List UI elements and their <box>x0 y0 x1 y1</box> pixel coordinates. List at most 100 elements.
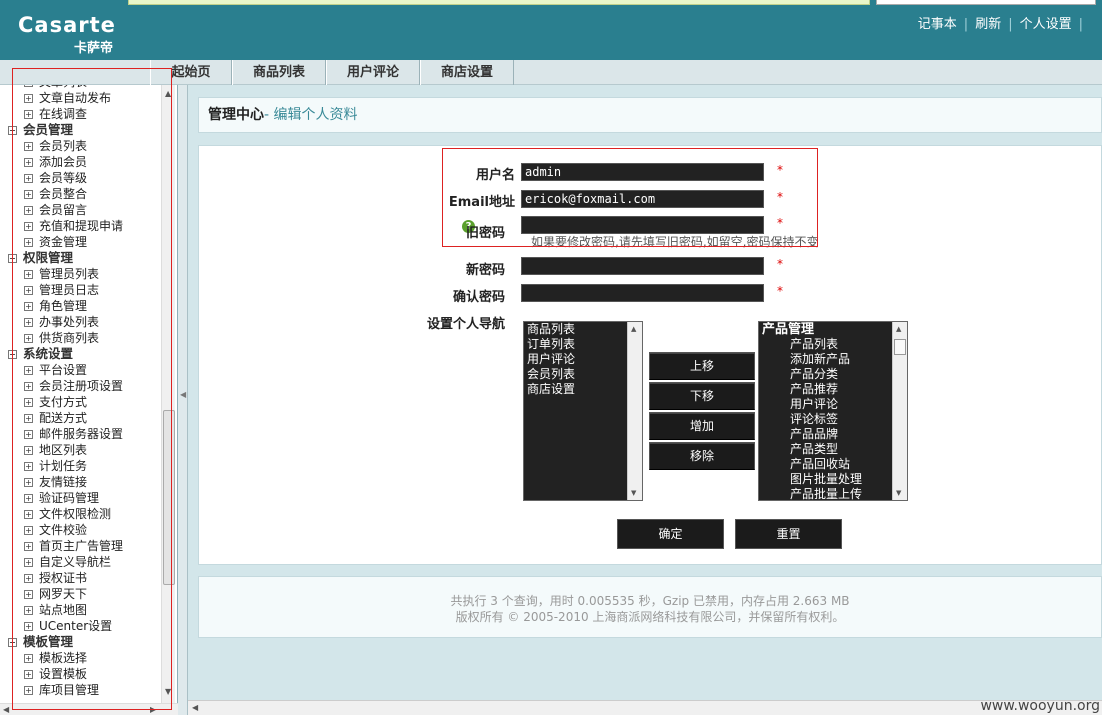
sidebar-item[interactable]: + 支付方式 <box>0 394 87 410</box>
sidebar-group[interactable]: + 模板管理 <box>0 634 73 650</box>
scroll-down-icon[interactable]: ▼ <box>631 489 636 497</box>
list-scroll-thumb[interactable] <box>894 339 906 355</box>
sidebar-item[interactable]: + 验证码管理 <box>0 490 99 506</box>
expand-icon[interactable]: + <box>8 350 17 359</box>
sidebar-item[interactable]: + 库项目管理 <box>0 682 99 698</box>
sidebar-scroll-thumb[interactable] <box>163 410 175 585</box>
scroll-left-icon[interactable]: ◀ <box>3 705 9 714</box>
sidebar-item[interactable]: + 自定义导航栏 <box>0 554 111 570</box>
tree-node-icon[interactable]: + <box>24 526 33 535</box>
list-option[interactable]: 添加新产品 <box>759 352 907 367</box>
tree-node-icon[interactable]: + <box>24 462 33 471</box>
list-option[interactable]: 产品推荐 <box>759 382 907 397</box>
tree-node-icon[interactable]: + <box>24 85 33 87</box>
sidebar-item[interactable]: + 授权证书 <box>0 570 87 586</box>
tree-node-icon[interactable]: + <box>24 494 33 503</box>
sidebar-item[interactable]: + 会员注册项设置 <box>0 378 123 394</box>
sidebar-item[interactable]: + 办事处列表 <box>0 314 99 330</box>
tree-node-icon[interactable]: + <box>24 366 33 375</box>
list-option[interactable]: 会员列表 <box>524 367 642 382</box>
expand-icon[interactable]: + <box>8 254 17 263</box>
submit-button[interactable]: 确定 <box>617 519 724 549</box>
tree-node-icon[interactable]: + <box>24 590 33 599</box>
list-option[interactable]: 用户评论 <box>759 397 907 412</box>
tree-node-icon[interactable]: + <box>24 174 33 183</box>
list-option[interactable]: 商店设置 <box>524 382 642 397</box>
collapse-sidebar-icon[interactable]: ◀ <box>180 390 186 399</box>
sidebar-hscrollbar[interactable]: ◀ ▶ <box>0 703 178 715</box>
tree-node-icon[interactable]: + <box>24 238 33 247</box>
sidebar-item[interactable]: + 文件权限检测 <box>0 506 111 522</box>
sidebar-item[interactable]: + 管理员日志 <box>0 282 99 298</box>
tree-node-icon[interactable]: + <box>24 110 33 119</box>
scroll-up-icon[interactable]: ▲ <box>631 325 636 333</box>
sidebar-item[interactable]: + 文件校验 <box>0 522 87 538</box>
notepad-link[interactable]: 记事本 <box>918 17 957 32</box>
list-option[interactable]: 评论标签 <box>759 412 907 427</box>
personal-settings-link[interactable]: 个人设置 <box>1020 17 1072 32</box>
sidebar-item[interactable]: + 角色管理 <box>0 298 87 314</box>
tab-start-page[interactable]: 起始页 <box>150 60 232 85</box>
list-option[interactable]: 产品回收站 <box>759 457 907 472</box>
list-option[interactable]: 图片批量处理 <box>759 472 907 487</box>
tree-node-icon[interactable]: + <box>24 510 33 519</box>
expand-icon[interactable]: + <box>8 126 17 135</box>
tree-node-icon[interactable]: + <box>24 414 33 423</box>
sidebar-item[interactable]: + 文章自动发布 <box>0 90 111 106</box>
tree-node-icon[interactable]: + <box>24 654 33 663</box>
sidebar-item[interactable]: + 邮件服务器设置 <box>0 426 123 442</box>
tree-node-icon[interactable]: + <box>24 622 33 631</box>
sidebar-item[interactable]: + 模板选择 <box>0 650 87 666</box>
tab-shop-settings[interactable]: 商店设置 <box>420 60 514 85</box>
tree-node-icon[interactable]: + <box>24 382 33 391</box>
tree-node-icon[interactable]: + <box>24 574 33 583</box>
sidebar-item[interactable]: + 配送方式 <box>0 410 87 426</box>
tree-node-icon[interactable]: + <box>24 270 33 279</box>
list-option[interactable]: 用户评论 <box>524 352 642 367</box>
list-option[interactable]: 产品类型 <box>759 442 907 457</box>
sidebar-group[interactable]: + 系统设置 <box>0 346 73 362</box>
tree-node-icon[interactable]: + <box>24 542 33 551</box>
list-option[interactable]: 商品列表 <box>524 322 642 337</box>
sidebar-item[interactable]: + 网罗天下 <box>0 586 87 602</box>
add-button[interactable]: 增加 <box>649 412 755 440</box>
tree-node-icon[interactable]: + <box>24 398 33 407</box>
sidebar-item[interactable]: + 在线调查 <box>0 106 87 122</box>
tree-node-icon[interactable]: + <box>24 158 33 167</box>
list-scrollbar[interactable]: ▲ ▼ <box>627 322 642 500</box>
scroll-up-icon[interactable]: ▲ <box>165 89 171 98</box>
expand-icon[interactable]: + <box>8 638 17 647</box>
move-up-button[interactable]: 上移 <box>649 352 755 380</box>
sidebar-item[interactable]: + 计划任务 <box>0 458 87 474</box>
email-field[interactable]: ericok@foxmail.com <box>521 190 764 208</box>
scroll-right-icon[interactable]: ▶ <box>150 705 156 714</box>
tree-node-icon[interactable]: + <box>24 334 33 343</box>
tab-product-list[interactable]: 商品列表 <box>232 60 326 85</box>
list-option[interactable]: 产品列表 <box>759 337 907 352</box>
list-scrollbar[interactable]: ▲ ▼ <box>892 322 907 500</box>
reset-button[interactable]: 重置 <box>735 519 842 549</box>
brand-logo[interactable]: Casarte 卡萨帝 <box>18 14 116 56</box>
tree-node-icon[interactable]: + <box>24 606 33 615</box>
tree-node-icon[interactable]: + <box>24 670 33 679</box>
tree-node-icon[interactable]: + <box>24 302 33 311</box>
sidebar-item[interactable]: + 供货商列表 <box>0 330 99 346</box>
refresh-link[interactable]: 刷新 <box>975 17 1001 32</box>
all-menus-list[interactable]: 产品管理 产品列表 添加新产品 产品分类 产品推荐 用户评论 评论标签 产品品牌 产品类型 产品回… <box>758 321 908 501</box>
sidebar-item[interactable]: + 友情链接 <box>0 474 87 490</box>
tree-node-icon[interactable]: + <box>24 94 33 103</box>
sidebar-item[interactable]: + 平台设置 <box>0 362 87 378</box>
list-group-option[interactable]: 产品管理 <box>759 322 907 337</box>
scroll-down-icon[interactable]: ▼ <box>165 687 171 696</box>
sidebar-scrollbar[interactable]: ▲ ▼ <box>161 85 175 703</box>
confirm-password-field[interactable] <box>521 284 764 302</box>
tab-user-reviews[interactable]: 用户评论 <box>326 60 420 85</box>
current-nav-list[interactable]: 商品列表 订单列表 用户评论 会员列表 商店设置 ▲ ▼ <box>523 321 643 501</box>
sidebar-item[interactable]: + 管理员列表 <box>0 266 99 282</box>
main-hscrollbar[interactable]: ◀ <box>188 700 1102 715</box>
list-option[interactable]: 产品批量上传 <box>759 487 907 500</box>
tree-node-icon[interactable]: + <box>24 446 33 455</box>
sidebar-item[interactable]: + 资金管理 <box>0 234 87 250</box>
sidebar-group[interactable]: + 会员管理 <box>0 122 73 138</box>
tree-node-icon[interactable]: + <box>24 318 33 327</box>
